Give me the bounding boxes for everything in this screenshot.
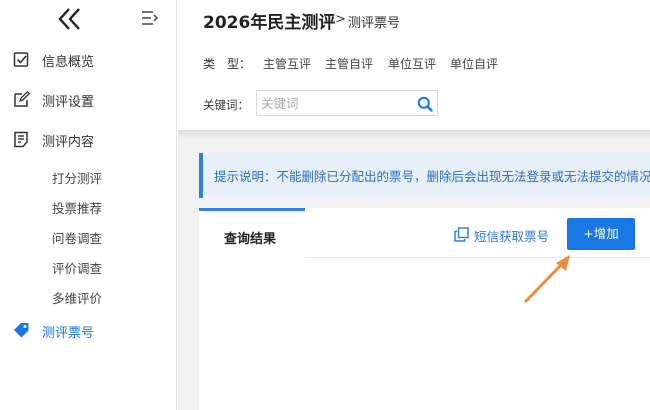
tab-query-results[interactable]: 查询结果 [199,208,305,259]
keyword-label: 关键词： [203,98,249,112]
tab-label: 查询结果 [224,232,277,247]
add-button[interactable]: +增加 [567,218,635,250]
page-header: 2026年民主测评 > 测评票号 类 型： 主管互评 主管自评 单位互评 单位自… [178,0,650,130]
sidebar-item-settings[interactable]: 测评设置 [0,82,176,118]
sidebar-subitem-evaluation[interactable]: 评价调查 [52,258,102,277]
results-panel: 查询结果 短信获取票号 +增加 [199,208,650,410]
type-option-manager-self[interactable]: 主管自评 [325,55,373,72]
breadcrumb-separator: > [335,12,346,27]
search-icon[interactable] [417,96,433,112]
sidebar-item-content[interactable]: 测评内容 [0,122,176,158]
type-filter-label: 类 型： [203,57,252,71]
sidebar-subitem-vote[interactable]: 投票推荐 [52,198,102,217]
notice-banner: 提示说明：不能删除已分配出的票号，删除后会出现无法登录或无法提交的情况 [199,153,650,198]
sidebar-top [0,0,177,38]
list-doc-icon [14,131,28,148]
double-chevron-left-icon [58,8,80,30]
edit-icon [14,91,30,107]
type-option-manager-mutual[interactable]: 主管互评 [263,55,311,72]
menu-indent-icon [142,11,159,25]
keyword-input[interactable] [261,94,411,112]
notice-text: 提示说明：不能删除已分配出的票号，删除后会出现无法登录或无法提交的情况 [214,169,650,184]
header-divider [178,130,650,138]
sidebar-item-label: 测评票号 [42,326,95,341]
sidebar: 信息概览 测评设置 测评内容 打分测评 投票推荐 问卷调查 评价调查 多维评价 … [0,0,177,410]
checkbox-icon [13,52,29,67]
annotation-arrow-icon [524,255,570,303]
sidebar-subitem-multidim[interactable]: 多维评价 [52,288,102,307]
sidebar-item-ticket-numbers[interactable]: 测评票号 [0,313,176,349]
breadcrumb-current: 测评票号 [348,16,401,31]
collapse-sidebar-button[interactable] [56,6,84,32]
copy-link-icon [454,227,469,242]
sidebar-item-label: 测评设置 [42,95,95,110]
sms-ticket-label: 短信获取票号 [474,229,550,244]
menu-toggle-button[interactable] [141,9,159,27]
sidebar-item-label: 测评内容 [42,135,95,150]
keyword-search-box [256,90,438,116]
type-option-unit-self[interactable]: 单位自评 [450,55,498,72]
sidebar-subitem-survey[interactable]: 问卷调查 [52,228,102,247]
tag-icon [14,323,29,338]
sidebar-item-overview[interactable]: 信息概览 [0,42,176,78]
type-option-unit-mutual[interactable]: 单位互评 [388,55,436,72]
sidebar-subitem-score[interactable]: 打分测评 [52,168,102,187]
sidebar-item-label: 信息概览 [42,55,95,70]
page-title: 2026年民主测评 [203,13,336,33]
